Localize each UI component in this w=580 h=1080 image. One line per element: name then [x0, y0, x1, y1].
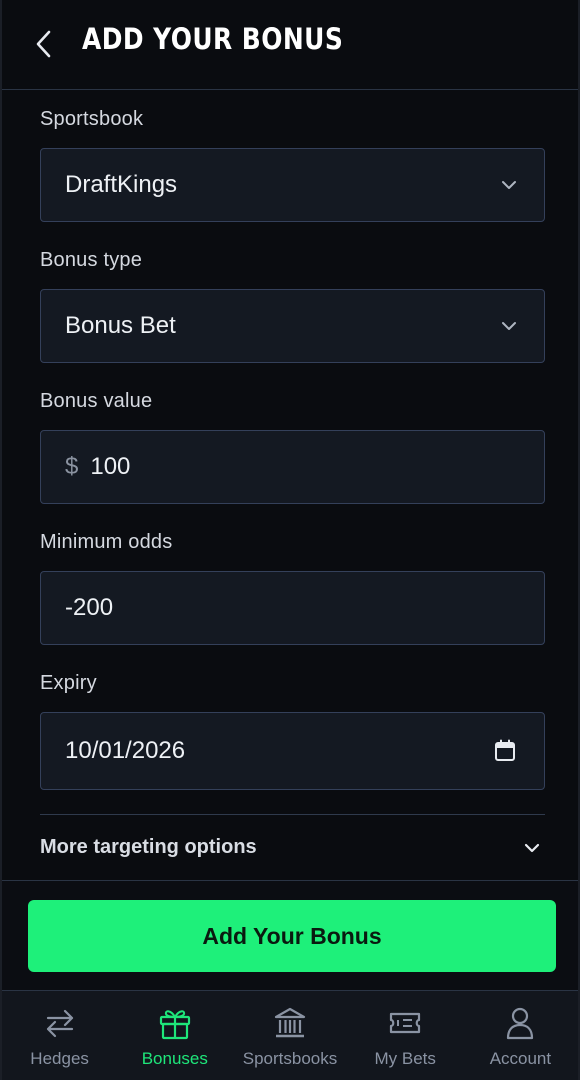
bonus-type-label: Bonus type	[40, 249, 143, 271]
nav-label: Hedges	[30, 1049, 89, 1068]
nav-item-account[interactable]: Account	[463, 991, 578, 1080]
sportsbook-select[interactable]: DraftKings	[40, 148, 545, 222]
section-divider	[40, 814, 545, 815]
sportsbook-value: DraftKings	[65, 171, 178, 198]
nav-item-bonuses[interactable]: Bonuses	[117, 991, 232, 1080]
bonus-type-value: Bonus Bet	[65, 312, 176, 339]
currency-symbol: $	[65, 453, 79, 480]
more-targeting-options-label: More targeting options	[40, 835, 257, 858]
expiry-label: Expiry	[40, 672, 97, 694]
bonus-type-select[interactable]: Bonus Bet	[40, 289, 545, 363]
minimum-odds-value: -200	[65, 594, 114, 621]
app-screen: ADD YOUR BONUS Sportsbook DraftKings Bon…	[0, 0, 580, 1080]
arrows-swap-icon	[46, 1009, 73, 1038]
back-button[interactable]	[26, 24, 62, 64]
nav-item-hedges[interactable]: Hedges	[2, 991, 117, 1080]
nav-item-sportsbooks[interactable]: Sportsbooks	[232, 991, 347, 1080]
chevron-left-icon	[36, 30, 51, 58]
nav-label: Account	[489, 1049, 552, 1068]
sportsbook-label: Sportsbook	[40, 108, 144, 130]
minimum-odds-label: Minimum odds	[40, 531, 173, 553]
nav-item-my-bets[interactable]: My Bets	[348, 991, 463, 1080]
bonus-value-text: 100	[90, 453, 131, 480]
ticket-icon	[390, 1012, 421, 1034]
chevron-down-icon	[502, 322, 516, 330]
nav-label: Sportsbooks	[242, 1049, 338, 1068]
gift-icon	[159, 1010, 190, 1040]
bonus-value-input[interactable]: $ 100	[40, 430, 545, 504]
page-title: ADD YOUR BONUS	[82, 22, 344, 56]
calendar-icon[interactable]	[494, 739, 516, 763]
chevron-down-icon	[524, 843, 540, 853]
nav-label: Bonuses	[141, 1049, 208, 1068]
nav-label: My Bets	[374, 1049, 436, 1068]
expiry-date-input[interactable]: 10/01/2026	[40, 712, 545, 790]
chevron-down-icon	[502, 181, 516, 189]
user-icon	[507, 1007, 534, 1040]
add-bonus-button[interactable]: Add Your Bonus	[28, 900, 556, 972]
app-header: ADD YOUR BONUS	[2, 0, 578, 90]
bank-icon	[274, 1007, 306, 1038]
minimum-odds-input[interactable]: -200	[40, 571, 545, 645]
bottom-nav: Hedges Bonuses Sportsbooks My Bets Accou…	[2, 990, 578, 1080]
expiry-value: 10/01/2026	[65, 737, 186, 764]
more-targeting-options-toggle[interactable]: More targeting options	[40, 827, 545, 867]
bonus-value-label: Bonus value	[40, 390, 153, 412]
submit-bar: Add Your Bonus	[2, 880, 578, 990]
